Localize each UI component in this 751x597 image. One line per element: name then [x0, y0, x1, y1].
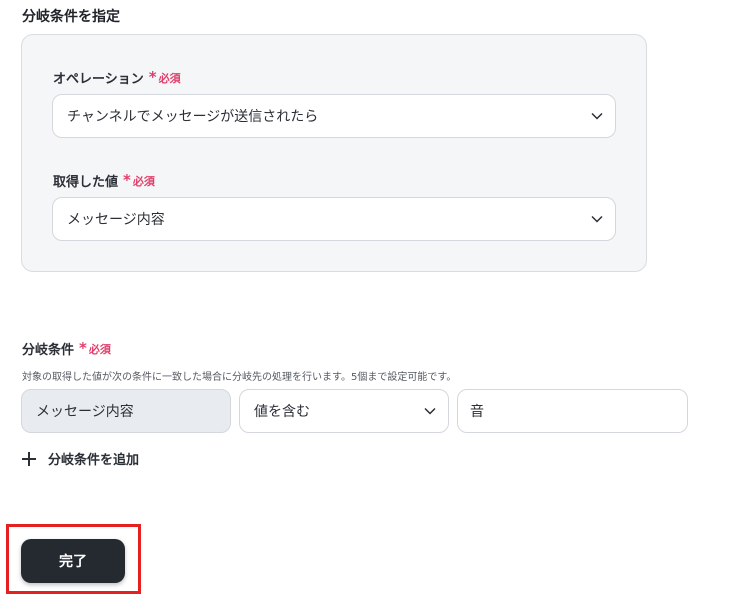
required-badge: 必須 [158, 71, 181, 85]
branch-condition-help: 対象の取得した値が次の条件に一致した場合に分岐先の処理を行います。5個まで設定可… [22, 372, 457, 383]
acquired-value-label: 取得した値 * 必須 [53, 171, 155, 191]
required-asterisk-icon: * [123, 171, 131, 189]
branch-condition-label: 分岐条件 * 必須 [22, 339, 111, 359]
operation-select-value: チャンネルでメッセージが送信されたら [67, 109, 319, 125]
condition-field: メッセージ内容 [21, 389, 231, 433]
condition-operator-select[interactable]: 値を含む [239, 389, 449, 433]
add-condition-label: 分岐条件を追加 [48, 453, 140, 468]
required-badge: 必須 [132, 174, 155, 188]
chevron-down-icon [424, 407, 436, 415]
required-badge: 必須 [88, 342, 111, 356]
plus-icon [22, 451, 36, 466]
condition-value-text: 音 [470, 404, 484, 420]
condition-operator-value: 値を含む [254, 404, 310, 420]
section-title: 分岐条件を指定 [22, 9, 120, 25]
acquired-value-select[interactable]: メッセージ内容 [52, 197, 616, 241]
operation-label-text: オペレーション [53, 72, 144, 87]
operation-label: オペレーション * 必須 [53, 68, 181, 88]
condition-value-input[interactable]: 音 [457, 389, 688, 433]
add-condition-button[interactable]: 分岐条件を追加 [22, 449, 139, 468]
condition-field-value: メッセージ内容 [36, 404, 134, 420]
acquired-value-label-text: 取得した値 [53, 175, 119, 190]
required-asterisk-icon: * [148, 68, 157, 86]
done-button[interactable]: 完了 [21, 539, 125, 583]
branch-condition-label-text: 分岐条件 [22, 343, 75, 358]
chevron-down-icon [591, 215, 603, 223]
required-asterisk-icon: * [79, 339, 87, 357]
acquired-value-select-value: メッセージ内容 [67, 212, 165, 228]
operation-select[interactable]: チャンネルでメッセージが送信されたら [52, 94, 616, 138]
chevron-down-icon [591, 112, 603, 120]
